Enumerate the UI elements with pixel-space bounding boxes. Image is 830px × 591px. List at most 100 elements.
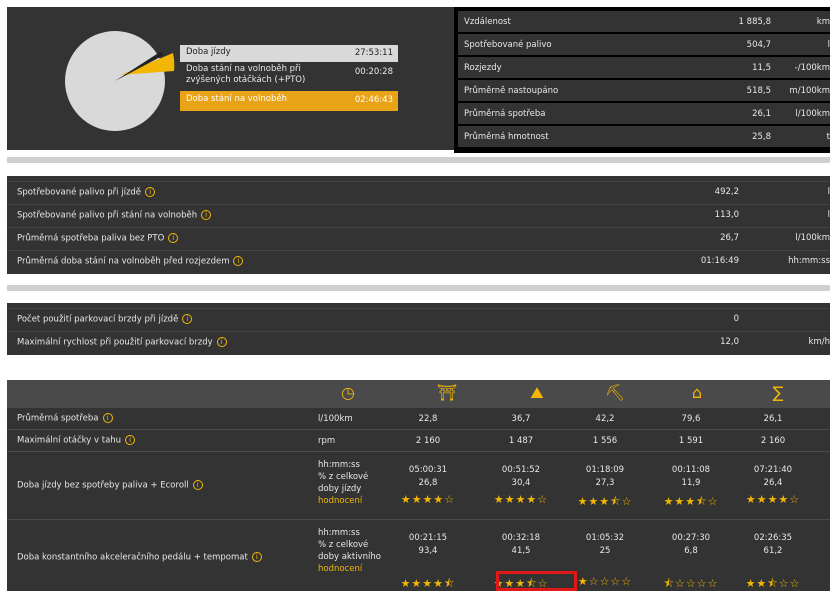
fuel-row: Průměrná doba stání na volnoběh před roz… [7,250,830,271]
table-row: Maximální otáčky v tahu i rpm 2 160 1 487… [7,429,830,450]
time-cell: 00:32:18 [501,533,541,543]
fuel-row-value: 113,0 [714,210,739,220]
legend-label: Doba stání na volnoběh [186,94,287,104]
stat-label: Vzdálenost [464,17,511,27]
table-cell: 22,8 [418,414,438,424]
info-icon[interactable]: i [145,187,156,197]
star-rating: ★☆☆☆☆ [577,575,633,588]
driving-time-pie-chart [65,31,175,131]
stat-label: Průměrná spotřeba [464,109,546,119]
fuel-row-value: 26,7 [720,233,739,243]
legend-value: 02:46:43 [354,95,393,105]
info-icon[interactable]: i [182,314,193,324]
stat-unit: t [826,132,830,142]
table-row-label-text: Průměrná spotřeba [17,413,99,424]
fuel-row: Průměrná spotřeba paliva bez PTO i 26,7 l… [7,227,830,248]
table-row-label: Doba konstantního akceleračního pedálu +… [17,552,262,563]
table-row-unit: l/100km [318,414,353,424]
info-icon[interactable]: i [102,413,113,423]
road-type-table: ◷ ⛩ ⛰ ⛏ ⌂ ∑ Průměrná spotřeba i l/100km 2… [7,380,830,591]
percent-cell: 26,4 [763,478,783,488]
stat-label: Spotřebované palivo [464,40,552,50]
city-icon: ⌂ [691,383,703,402]
time-cell: 05:00:31 [408,465,448,475]
stat-row: Průměrná spotřeba 26,1 l/100km [458,103,830,124]
brake-row-label: Maximální rychlost při použití parkovací… [17,337,227,348]
table-cell: 2 160 [415,436,441,446]
percent-cell: 27,3 [595,478,615,488]
legend-pto-idle-time: Doba stání na volnoběh při zvýšených otá… [180,62,398,92]
legend-value: 00:20:28 [354,67,393,77]
percent-cell: 25 [599,546,611,556]
stat-value: 26,1 [752,109,771,119]
time-cell: 07:21:40 [753,465,793,475]
table-cell: 2 160 [760,436,786,446]
info-icon[interactable]: i [192,480,203,490]
info-icon[interactable]: i [201,210,212,220]
fuel-row-label-text: Spotřebované palivo při jízdě [17,187,142,198]
brake-row-value: 12,0 [720,337,739,347]
table-cell: 26,1 [763,414,783,424]
info-icon[interactable]: i [125,435,136,445]
stat-unit: km [816,17,830,27]
table-cell: 1 556 [592,436,618,446]
brake-row-unit: km/h [808,337,830,347]
fuel-row-label: Průměrná spotřeba paliva bez PTO i [17,233,179,244]
stat-row: Průměrná hmotnost 25,8 t [458,126,830,147]
fuel-row-label: Spotřebované palivo při stání na volnobě… [17,210,212,221]
info-icon[interactable]: i [216,337,227,347]
legend-driving-time: Doba jízdy 27:53:11 [180,45,398,62]
unit-percent: % z celkové [318,540,369,550]
star-rating: ★★★★⯪ [400,577,456,590]
info-icon[interactable]: i [168,233,179,243]
time-cell: 00:21:15 [408,533,448,543]
section-divider [7,285,830,291]
info-icon[interactable]: i [251,552,262,562]
brake-row-label-text: Maximální rychlost při použití parkovací… [17,337,213,348]
stat-value: 1 885,8 [738,17,771,27]
table-row-label-text: Doba konstantního akceleračního pedálu +… [17,552,248,563]
table-header: ◷ ⛩ ⛰ ⛏ ⌂ ∑ [7,380,830,407]
hilly-road-icon: ⛰ [530,383,544,402]
fuel-row-label-text: Průměrná doba stání na volnoběh před roz… [17,256,230,267]
time-cell: 01:05:32 [585,533,625,543]
stat-label: Průměrná hmotnost [464,132,549,142]
unit-rating: hodnocení [318,564,363,574]
unit-percent: % z celkové [318,472,369,482]
stat-row: Průměrně nastoupáno 518,5 m/100km [458,80,830,101]
time-cell: 00:11:08 [671,465,711,475]
brake-row-label: Počet použití parkovací brzdy při jízdě i [17,314,193,325]
star-rating: ★★★⯪☆ [663,495,719,508]
time-cell: 02:26:35 [753,533,793,543]
fuel-row-value: 01:16:49 [700,256,739,266]
fuel-row-label: Spotřebované palivo při jízdě i [17,187,156,198]
stat-label: Průměrně nastoupáno [464,86,559,96]
table-row: Průměrná spotřeba i l/100km 22,8 36,7 42,… [7,407,830,428]
unit-time: hh:mm:ss [318,528,360,538]
fuel-row-label: Průměrná doba stání na volnoběh před roz… [17,256,244,267]
stat-value: 25,8 [752,132,771,142]
table-cell: 1 591 [678,436,704,446]
star-rating: ★★★★☆ [400,493,456,506]
unit-time: hh:mm:ss [318,460,360,470]
percent-cell: 6,8 [684,546,698,556]
star-rating: ★★★★☆ [493,493,549,506]
stat-unit: l [827,40,830,50]
unit-rating: hodnocení [318,496,363,506]
star-rating: ★★★⯪☆ [577,495,633,508]
star-rating: ⯪☆☆☆☆ [663,577,719,590]
stat-unit: l/100km [795,109,830,119]
stat-value: 11,5 [752,63,771,73]
star-rating: ★★⯪☆☆ [745,577,801,590]
fuel-row-unit: l [827,187,830,197]
mountain-road-icon: ⛏ [604,383,626,402]
fuel-row-unit: hh:mm:ss [788,256,830,266]
table-row-label-text: Maximální otáčky v tahu [17,435,122,446]
table-cell: 79,6 [681,414,701,424]
info-icon[interactable]: i [233,256,244,266]
legend-label: Doba stání na volnoběh při zvýšených otá… [186,64,306,85]
brake-row-label-text: Počet použití parkovací brzdy při jízdě [17,314,179,325]
percent-cell: 30,4 [511,478,531,488]
highlighted-rating-box [496,571,577,591]
stat-value: 518,5 [746,86,771,96]
